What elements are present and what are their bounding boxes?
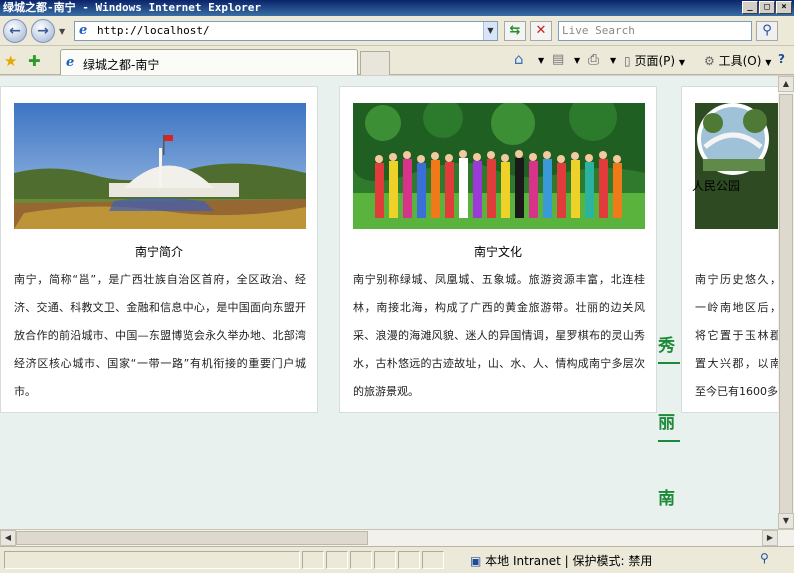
tools-dropdown-icon: ▼	[765, 58, 772, 67]
feeds-icon[interactable]: ▤	[552, 52, 564, 67]
address-bar[interactable]: e http://localhost/ ▼	[74, 21, 498, 41]
forward-arrow-icon: →	[37, 23, 49, 39]
page-dropdown-icon: ▼	[678, 58, 686, 67]
page-icon: ▯	[624, 54, 631, 68]
search-input[interactable]: Live Search	[558, 21, 752, 41]
zoom-level[interactable]: ⚲	[760, 551, 769, 565]
stop-button[interactable]: ✕	[530, 21, 552, 41]
back-arrow-icon: ←	[9, 23, 21, 39]
intranet-icon: ▣	[470, 554, 482, 568]
minimize-button[interactable]: _	[742, 1, 758, 14]
nanning-convention-center-image	[14, 103, 306, 229]
scroll-right-button[interactable]: ▶	[762, 530, 778, 546]
side-label-divider	[658, 440, 680, 442]
scroll-down-button[interactable]: ▼	[778, 513, 794, 529]
page-content: 南宁简介 南宁，简称“邕”，是广西壮族自治区首府，全区政治、经济、交通、科教文卫…	[0, 76, 778, 529]
tab-ie-icon: e	[66, 55, 75, 70]
card-title: 人民公园	[692, 179, 741, 193]
refresh-button[interactable]: ⇆	[504, 21, 526, 41]
status-segment	[326, 551, 348, 569]
scroll-up-button[interactable]: ▲	[778, 76, 794, 92]
vertical-scrollbar[interactable]: ▲ ▼	[778, 76, 794, 529]
new-tab-button[interactable]	[360, 51, 390, 75]
address-url[interactable]: http://localhost/	[97, 24, 210, 37]
close-window-button[interactable]: ×	[776, 1, 792, 14]
vertical-scroll-thumb[interactable]	[779, 94, 793, 514]
card-text: 南宁历史悠久，一岭南地区后，将它置于玉林郡置大兴郡，以南至今已有1600多	[695, 273, 778, 398]
print-icon[interactable]: ⎙	[588, 52, 599, 68]
tools-menu[interactable]: ⚙ 工具(O) ▼	[704, 52, 771, 69]
card-nanning-intro: 南宁简介 南宁，简称“邕”，是广西壮族自治区首府，全区政治、经济、交通、科教文卫…	[0, 86, 318, 413]
status-segment	[422, 551, 444, 569]
home-icon[interactable]: ⌂	[514, 50, 524, 68]
tab-active[interactable]: e 绿城之都-南宁	[60, 49, 358, 75]
card-text: 南宁，简称“邕”，是广西壮族自治区首府，全区政治、经济、交通、科教文卫、金融和信…	[14, 273, 306, 398]
tab-title: 绿城之都-南宁	[83, 58, 160, 72]
status-segment	[4, 551, 300, 569]
status-segment	[398, 551, 420, 569]
gear-icon: ⚙	[704, 54, 715, 68]
side-label-char-1: 秀	[658, 336, 675, 356]
search-icon: ⚲	[762, 23, 772, 38]
print-dropdown-icon[interactable]: ▼	[610, 56, 616, 65]
card-text: 南宁别称绿城、凤凰城、五象城。旅游资源丰富，北连桂林，南接北海，构成了广西的黄金…	[353, 273, 645, 398]
status-segment	[302, 551, 324, 569]
feeds-dropdown-icon[interactable]: ▼	[574, 56, 580, 65]
history-dropdown-icon[interactable]: ▼	[59, 27, 65, 36]
stop-icon: ✕	[535, 23, 547, 38]
page-menu-label: 页面(P)	[634, 54, 676, 68]
scroll-left-button[interactable]: ◀	[0, 530, 16, 546]
search-button[interactable]: ⚲	[756, 21, 778, 41]
card-title: 南宁简介	[134, 245, 183, 259]
maximize-button[interactable]: □	[759, 1, 775, 14]
security-zone[interactable]: ▣ 本地 Intranet | 保护模式: 禁用	[470, 552, 652, 569]
window-title-bar: 绿城之都-南宁 - Windows Internet Explorer _ □ …	[0, 0, 794, 16]
status-segment	[350, 551, 372, 569]
peoples-park-image	[695, 103, 778, 229]
zone-text: 本地 Intranet | 保护模式: 禁用	[485, 554, 653, 568]
zoom-icon: ⚲	[760, 551, 769, 565]
card-title: 南宁文化	[473, 245, 522, 259]
ie-page-icon: e	[79, 23, 88, 38]
ethnic-dancers-image	[353, 103, 645, 229]
status-segment	[374, 551, 396, 569]
side-label-char-2: 丽	[658, 413, 675, 433]
status-bar: ▣ 本地 Intranet | 保护模式: 禁用 ⚲	[0, 546, 794, 573]
card-nanning-culture: 南宁文化 南宁别称绿城、凤凰城、五象城。旅游资源丰富，北连桂林，南接北海，构成了…	[339, 86, 657, 413]
page-menu[interactable]: ▯ 页面(P) ▼	[624, 52, 685, 69]
favorites-star-icon[interactable]: ★	[4, 52, 17, 70]
horizontal-scroll-thumb[interactable]	[16, 531, 368, 545]
address-dropdown-button[interactable]: ▼	[483, 22, 497, 40]
back-button[interactable]: ←	[3, 19, 27, 43]
tools-menu-label: 工具(O)	[718, 54, 762, 68]
forward-button[interactable]: →	[31, 19, 55, 43]
card-nanning-history: 人民公园 南宁历史悠久，一岭南地区后，将它置于玉林郡置大兴郡，以南至今已有160…	[681, 86, 778, 413]
refresh-icon: ⇆	[509, 23, 521, 38]
add-favorite-icon[interactable]: ✚	[28, 52, 41, 70]
help-icon[interactable]: ?	[778, 52, 785, 66]
address-toolbar: ← → ▼ e http://localhost/ ▼ ⇆ ✕ Live Sea…	[0, 16, 794, 46]
home-dropdown-icon[interactable]: ▼	[538, 56, 544, 65]
window-title: 绿城之都-南宁 - Windows Internet Explorer	[3, 1, 262, 14]
side-label-char-3: 南	[658, 489, 675, 509]
tab-toolbar: ★ ✚ e 绿城之都-南宁 ⌂ ▼ ▤ ▼ ⎙ ▼ ▯ 页面(P) ▼ ⚙ 工具…	[0, 46, 794, 75]
side-label-divider	[658, 362, 680, 364]
horizontal-scrollbar[interactable]: ◀ ▶	[0, 529, 794, 546]
